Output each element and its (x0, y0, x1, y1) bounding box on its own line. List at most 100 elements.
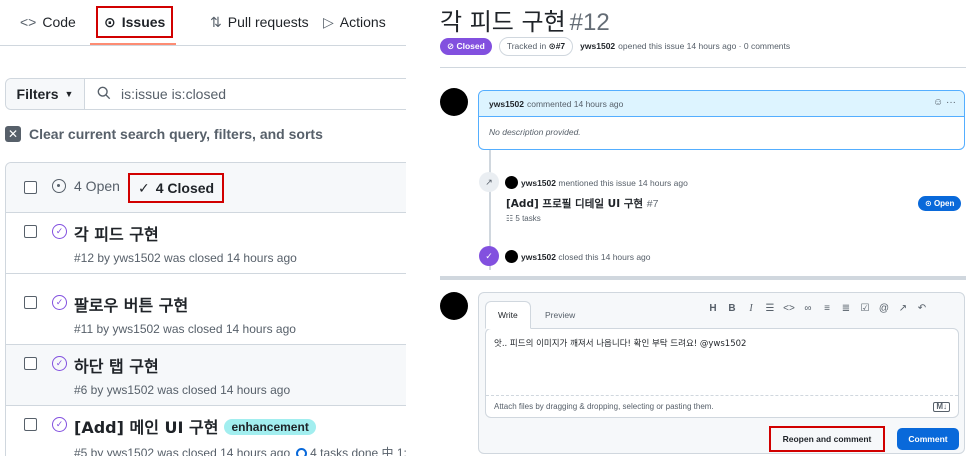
first-comment: yws1502 commented 14 hours ago ☺ ··· No … (478, 90, 965, 150)
tab-actions[interactable]: ▷ Actions (323, 10, 386, 34)
cross-reference-icon[interactable]: ↗ (897, 303, 909, 314)
timeline-divider (440, 276, 966, 280)
clear-query-label: Clear current search query, filters, and… (29, 126, 323, 142)
issue-title[interactable]: [Add] 메인 UI 구현 (74, 418, 218, 437)
issue-author-link[interactable]: yws1502 (580, 41, 615, 51)
issue-meta-line: ⊘ Closed Tracked in ⊙#7 yws1502 opened t… (440, 36, 790, 56)
issue-title-wrap: [Add] 메인 UI 구현 enhancement (74, 414, 316, 438)
issue-title[interactable]: 팔로우 버튼 구현 (74, 292, 188, 316)
x-icon: ✕ (5, 126, 21, 142)
avatar[interactable] (440, 292, 468, 320)
avatar[interactable] (505, 250, 518, 263)
issue-open-icon: ⊙ (104, 13, 116, 30)
quote-icon[interactable]: ☰ (764, 303, 776, 314)
editor-field: 앗.. 피드의 이미지가 깨져서 나옵니다! 확인 부탁 드려요! @yws15… (485, 328, 959, 418)
issue-checkbox[interactable] (24, 296, 37, 309)
issue-checkbox[interactable] (24, 418, 37, 431)
avatar[interactable] (505, 176, 518, 189)
selected-tab-underline (90, 43, 176, 45)
link-icon[interactable]: ∞ (802, 303, 814, 314)
ordered-list-icon[interactable]: ≣ (840, 303, 852, 314)
bold-icon[interactable]: B (726, 303, 738, 314)
reopen-and-comment-button[interactable]: Reopen and comment (769, 426, 885, 452)
tracked-in-badge[interactable]: Tracked in ⊙#7 (498, 36, 574, 56)
open-issues-filter[interactable]: 4 Open (52, 178, 120, 194)
select-all-checkbox[interactable] (24, 181, 37, 194)
checklist-icon: ☷ (506, 214, 514, 223)
tab-preview[interactable]: Preview (533, 301, 587, 329)
comment-author[interactable]: yws1502 (489, 99, 524, 109)
filter-bar: Filters ▼ (5, 78, 406, 110)
italic-icon[interactable]: I (745, 303, 757, 314)
issue-row[interactable]: ✓ 각 피드 구현 #12 by yws1502 was closed 14 h… (6, 213, 406, 274)
tracked-ref-link[interactable]: ⊙#7 (549, 41, 566, 51)
issue-checkbox[interactable] (24, 225, 37, 238)
issue-title-text: 각 피드 구현 (440, 8, 566, 36)
issue-meta-wrap: #5 by yws1502 was closed 14 hours ago 4 t… (74, 444, 406, 456)
referenced-issue-link[interactable]: [Add] 프로필 디테일 UI 구현 #7 (506, 196, 658, 211)
kebab-menu-icon[interactable]: ··· (946, 97, 956, 108)
reply-icon[interactable]: ↶ (916, 303, 928, 314)
tab-pull-requests[interactable]: ⇅ Pull requests (210, 10, 309, 34)
issue-row[interactable]: ✓ 하단 탭 구현 #6 by yws1502 was closed 14 ho… (6, 345, 406, 406)
issue-closed-icon: ✓ (52, 417, 67, 432)
search-icon (97, 86, 111, 100)
issue-title[interactable]: 하단 탭 구현 (74, 353, 159, 377)
issue-checkbox[interactable] (24, 357, 37, 370)
smiley-icon[interactable]: ☺ (933, 97, 943, 108)
closed-state-label: Closed (456, 40, 485, 51)
timeline-closed-event: yws1502 closed this 14 hours ago (505, 250, 651, 263)
tab-code[interactable]: <> Code (20, 10, 76, 34)
issues-list-panel: <> Code ⊙ Issues ⇅ Pull requests ▷ Actio… (0, 0, 406, 456)
issue-row[interactable]: ✓ [Add] 메인 UI 구현 enhancement #5 by yws150… (6, 406, 406, 456)
tab-pull-requests-label: Pull requests (227, 14, 309, 30)
attach-files-hint[interactable]: Attach files by dragging & dropping, sel… (494, 402, 714, 411)
closed-count-label: 4 Closed (155, 180, 215, 196)
issue-tasks: 4 tasks done (310, 446, 379, 456)
task-list-icon[interactable]: ☑ (859, 303, 871, 314)
closed-issues-filter[interactable]: ✓ 4 Closed (128, 173, 225, 203)
tab-write[interactable]: Write (485, 301, 531, 329)
closed-author[interactable]: yws1502 (521, 252, 556, 262)
issues-list: 4 Open ✓ 4 Closed ✓ 각 피드 구현 #12 by yws15… (5, 162, 406, 456)
filters-button[interactable]: Filters ▼ (6, 79, 85, 109)
issue-trailing-meta: 中 1: (381, 446, 406, 456)
comment-textarea[interactable]: 앗.. 피드의 이미지가 깨져서 나옵니다! 확인 부탁 드려요! @yws15… (486, 329, 958, 396)
issue-search-input[interactable] (121, 83, 401, 105)
issue-title[interactable]: 각 피드 구현 (74, 221, 159, 245)
issue-closed-icon: ✓ (52, 356, 67, 371)
comment-timestamp: commented 14 hours ago (526, 98, 624, 109)
git-pull-request-icon: ⇅ (210, 13, 222, 30)
comment-button[interactable]: Comment (897, 428, 959, 450)
issue-meta: #12 by yws1502 was closed 14 hours ago (74, 251, 297, 265)
open-count-label: 4 Open (74, 178, 120, 194)
comment-actions: ☺ ··· (933, 97, 956, 108)
tracked-in-prefix: Tracked in (506, 40, 547, 51)
open-state-badge: ⊙ Open (918, 196, 962, 211)
markdown-icon: M↓ (933, 402, 950, 412)
issue-row[interactable]: ✓ 팔로우 버튼 구현 #11 by yws1502 was closed 14… (6, 284, 406, 345)
unordered-list-icon[interactable]: ≡ (821, 303, 833, 314)
mention-author[interactable]: yws1502 (521, 178, 556, 188)
markdown-toolbar: H B I ☰ <> ∞ ≡ ≣ ☑ @ ↗ ↶ (707, 303, 928, 314)
mention-icon[interactable]: @ (878, 303, 890, 314)
issue-number: #12 (569, 9, 610, 36)
issue-detail-panel: 각 피드 구현 #12 ⊘ Closed Tracked in ⊙#7 yws15… (427, 0, 966, 456)
issue-open-icon (52, 179, 66, 193)
issue-opened-text: opened this issue 14 hours ago · 0 comme… (618, 41, 791, 51)
referenced-issue-title: [Add] 프로필 디테일 UI 구현 (506, 198, 644, 210)
closed-state-badge: ⊘ Closed (440, 37, 492, 55)
label-enhancement[interactable]: enhancement (224, 419, 316, 435)
tracked-ref: #7 (555, 40, 566, 51)
tab-code-label: Code (42, 14, 76, 30)
caret-down-icon: ▼ (64, 89, 74, 99)
tab-issues[interactable]: ⊙ Issues (96, 6, 174, 38)
heading-icon[interactable]: H (707, 303, 719, 314)
timeline-mention-event: yws1502 mentioned this issue 14 hours ag… (505, 176, 688, 189)
comment-editor: Write Preview H B I ☰ <> ∞ ≡ ≣ ☑ @ ↗ ↶ 앗… (478, 292, 965, 454)
code-icon[interactable]: <> (783, 303, 795, 314)
avatar[interactable] (440, 88, 468, 116)
open-state-label: Open (933, 199, 955, 208)
tab-actions-label: Actions (339, 14, 386, 30)
clear-query-link[interactable]: ✕ Clear current search query, filters, a… (5, 124, 323, 144)
